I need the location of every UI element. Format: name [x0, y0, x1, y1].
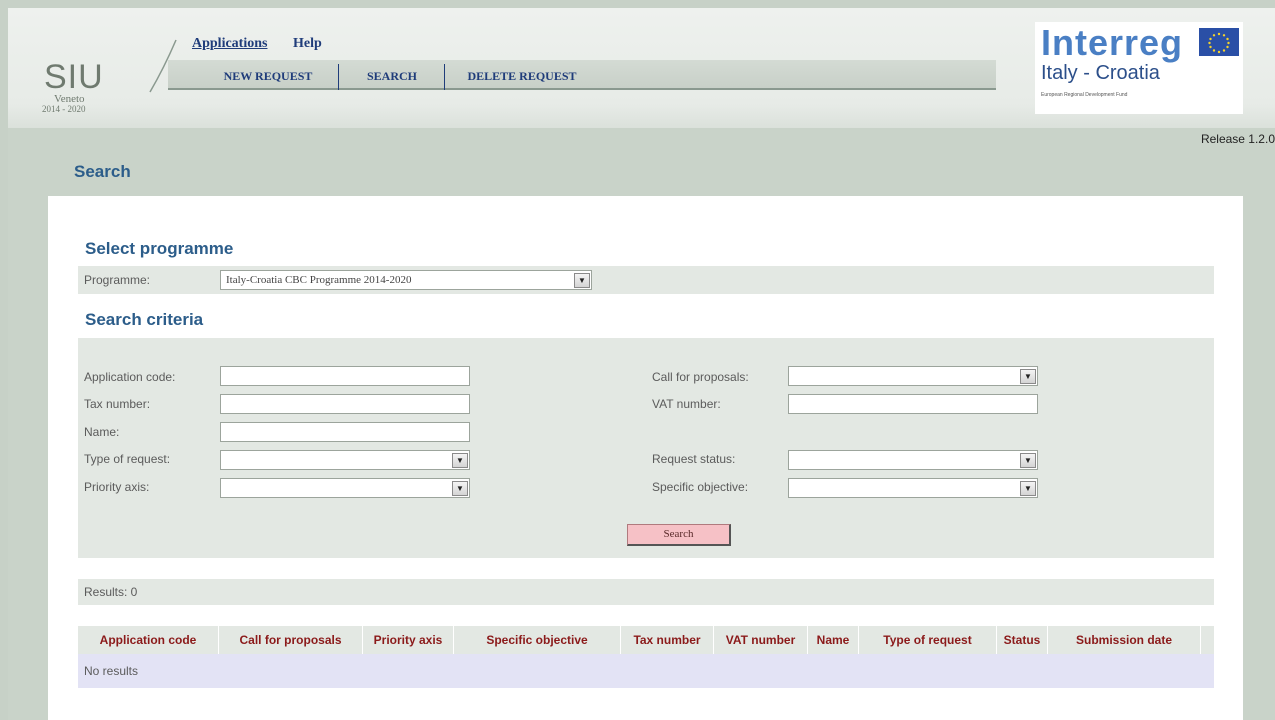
- tab-search[interactable]: SEARCH: [344, 60, 440, 90]
- column-header[interactable]: VAT number: [714, 626, 807, 654]
- programme-select[interactable]: Italy-Croatia CBC Programme 2014-2020 ▼: [220, 270, 592, 290]
- column-header[interactable]: Name: [808, 626, 858, 654]
- vat-number-input[interactable]: [788, 394, 1038, 414]
- name-input[interactable]: [220, 422, 470, 442]
- request-status-label: Request status:: [652, 452, 736, 466]
- specific-objective-select[interactable]: ▼: [788, 478, 1038, 498]
- menu-help[interactable]: Help: [293, 36, 322, 51]
- nav-separator: [338, 64, 339, 90]
- interreg-wordmark: Interreg: [1041, 22, 1184, 63]
- table-header-row: Application code Call for proposals Prio…: [78, 626, 1214, 654]
- column-header[interactable]: Status: [997, 626, 1047, 654]
- column-header[interactable]: Call for proposals: [219, 626, 362, 654]
- release-version: Release 1.2.0: [1200, 132, 1275, 146]
- interreg-fund-text: European Regional Development Fund: [1041, 92, 1128, 98]
- chevron-down-icon[interactable]: ▼: [574, 273, 590, 288]
- column-header[interactable]: Type of request: [859, 626, 996, 654]
- column-separator: [1200, 626, 1201, 654]
- nav-separator: [444, 64, 445, 90]
- column-header[interactable]: Application code: [78, 626, 218, 654]
- top-menu: Applications Help: [192, 36, 344, 52]
- header: SIU Veneto 2014 - 2020 Applications Help…: [8, 8, 1275, 146]
- chevron-down-icon[interactable]: ▼: [1020, 481, 1036, 496]
- chevron-down-icon[interactable]: ▼: [1020, 453, 1036, 468]
- page: SIU Veneto 2014 - 2020 Applications Help…: [8, 8, 1275, 720]
- results-count: Results: 0: [84, 585, 138, 599]
- page-title: Search: [74, 162, 131, 181]
- application-code-label: Application code:: [84, 370, 176, 384]
- column-header[interactable]: Specific objective: [454, 626, 620, 654]
- chevron-down-icon[interactable]: ▼: [452, 453, 468, 468]
- results-bar: Results: 0: [78, 579, 1214, 605]
- search-criteria-title: Search criteria: [85, 310, 204, 329]
- tab-new-request[interactable]: NEW REQUEST: [204, 60, 332, 90]
- chevron-down-icon[interactable]: ▼: [1020, 369, 1036, 384]
- programme-select-value: Italy-Croatia CBC Programme 2014-2020: [226, 274, 412, 286]
- programme-label: Programme:: [84, 273, 151, 287]
- search-button[interactable]: Search: [627, 524, 731, 546]
- application-code-input[interactable]: [220, 366, 470, 386]
- call-for-proposals-label: Call for proposals:: [652, 370, 749, 384]
- search-criteria-panel: Application code: Tax number: Name: Type…: [78, 338, 1214, 558]
- specific-objective-label: Specific objective:: [652, 480, 749, 494]
- type-of-request-select[interactable]: ▼: [220, 450, 470, 470]
- siu-logo: SIU Veneto 2014 - 2020: [42, 58, 104, 114]
- column-header[interactable]: Submission date: [1048, 626, 1200, 654]
- tax-number-label: Tax number:: [84, 397, 151, 411]
- content-panel: Select programme Programme: Italy-Croati…: [48, 196, 1243, 720]
- tax-number-input[interactable]: [220, 394, 470, 414]
- select-programme-title: Select programme: [85, 239, 234, 258]
- vat-number-label: VAT number:: [652, 397, 721, 411]
- priority-axis-select[interactable]: ▼: [220, 478, 470, 498]
- column-header[interactable]: Tax number: [621, 626, 713, 654]
- programme-row: Programme: Italy-Croatia CBC Programme 2…: [78, 266, 1214, 294]
- table-row: No results: [78, 654, 1214, 688]
- column-header[interactable]: Priority axis: [363, 626, 453, 654]
- type-of-request-label: Type of request:: [84, 452, 171, 466]
- menu-applications[interactable]: Applications: [192, 36, 267, 51]
- nav-bar: NEW REQUEST SEARCH DELETE REQUEST: [168, 60, 996, 90]
- request-status-select[interactable]: ▼: [788, 450, 1038, 470]
- tab-delete-request[interactable]: DELETE REQUEST: [452, 60, 592, 90]
- priority-axis-label: Priority axis:: [84, 480, 150, 494]
- chevron-down-icon[interactable]: ▼: [452, 481, 468, 496]
- no-results-text: No results: [84, 664, 139, 678]
- interreg-subtitle: Italy - Croatia: [1041, 62, 1160, 84]
- interreg-logo: Interreg Italy - Croatia European Region…: [1035, 22, 1243, 114]
- name-label: Name:: [84, 425, 120, 439]
- siu-title: SIU: [44, 58, 104, 96]
- siu-years: 2014 - 2020: [42, 104, 86, 114]
- call-for-proposals-select[interactable]: ▼: [788, 366, 1038, 386]
- eu-flag-icon: [1199, 28, 1239, 56]
